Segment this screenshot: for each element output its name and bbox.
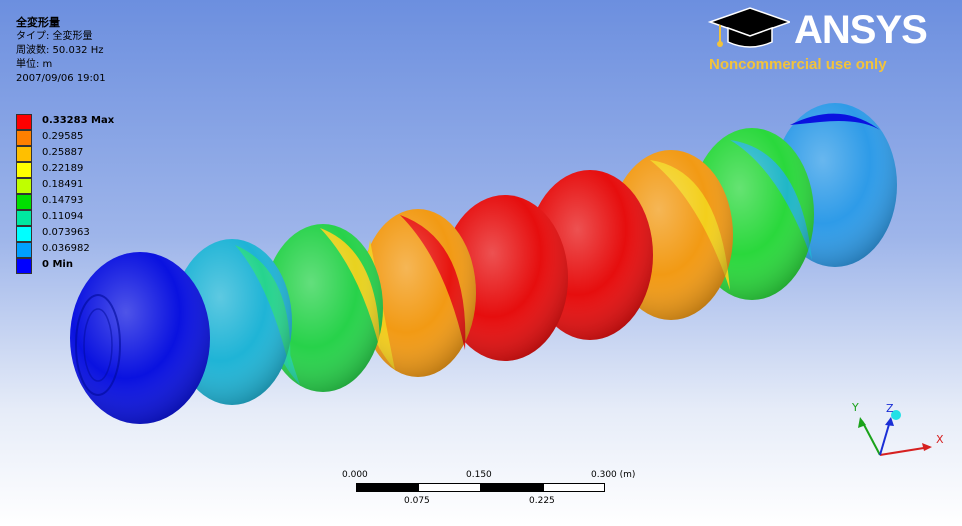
legend-label: 0.073963 xyxy=(42,227,90,238)
scale-segment-2 xyxy=(418,483,481,492)
result-type: タイプ: 全変形量 xyxy=(16,31,93,42)
legend-swatch xyxy=(16,114,32,130)
legend-swatch xyxy=(16,194,32,210)
legend-swatch xyxy=(16,258,32,274)
axis-y-label: Y xyxy=(851,401,859,414)
scale-label-300: 0.300 (m) xyxy=(591,470,636,480)
scale-label-0: 0.000 xyxy=(342,470,368,480)
ansys-brand-text: ANSYS xyxy=(794,8,928,52)
axis-triad[interactable]: X Y Z xyxy=(840,395,950,470)
legend-swatch xyxy=(16,178,32,194)
legend-label: 0.25887 xyxy=(42,147,84,158)
result-frequency: 周波数: 50.032 Hz xyxy=(16,45,104,56)
axis-z-label: Z xyxy=(886,402,894,415)
graduation-cap-icon xyxy=(707,7,790,48)
model-viewport[interactable] xyxy=(0,0,962,526)
result-unit: 単位: m xyxy=(16,59,53,70)
scale-segment-1 xyxy=(356,483,418,492)
legend-label: 0 Min xyxy=(42,259,73,270)
axis-x-label: X xyxy=(936,433,944,446)
legend-label: 0.11094 xyxy=(42,211,84,222)
scale-label-225: 0.225 xyxy=(529,496,555,506)
legend-label: 0.14793 xyxy=(42,195,84,206)
legend-label: 0.33283 Max xyxy=(42,115,115,126)
legend-label: 0.18491 xyxy=(42,179,84,190)
legend-swatch xyxy=(16,210,32,226)
legend-label: 0.22189 xyxy=(42,163,84,174)
scale-label-075: 0.075 xyxy=(404,496,430,506)
legend-label: 0.036982 xyxy=(42,243,90,254)
legend-swatch xyxy=(16,162,32,178)
result-title: 全変形量 xyxy=(16,16,60,29)
result-timestamp: 2007/09/06 19:01 xyxy=(16,73,106,84)
legend-swatch xyxy=(16,130,32,146)
result-info-panel: 全変形量 タイプ: 全変形量 周波数: 50.032 Hz 単位: m 2007… xyxy=(16,16,106,86)
legend-swatch xyxy=(16,242,32,258)
scale-bar: 0.000 0.150 0.300 (m) 0.075 0.225 xyxy=(340,468,650,518)
noncommercial-notice: Noncommercial use only xyxy=(709,56,887,73)
legend-swatch xyxy=(16,226,32,242)
scale-segment-4 xyxy=(543,483,605,492)
legend-swatch xyxy=(16,146,32,162)
deformed-shaft-model xyxy=(70,103,897,424)
scale-segment-3 xyxy=(481,483,543,492)
legend-label: 0.29585 xyxy=(42,131,84,142)
ansys-logo: ANSYS Noncommercial use only xyxy=(706,6,946,78)
scale-label-150: 0.150 xyxy=(466,470,492,480)
